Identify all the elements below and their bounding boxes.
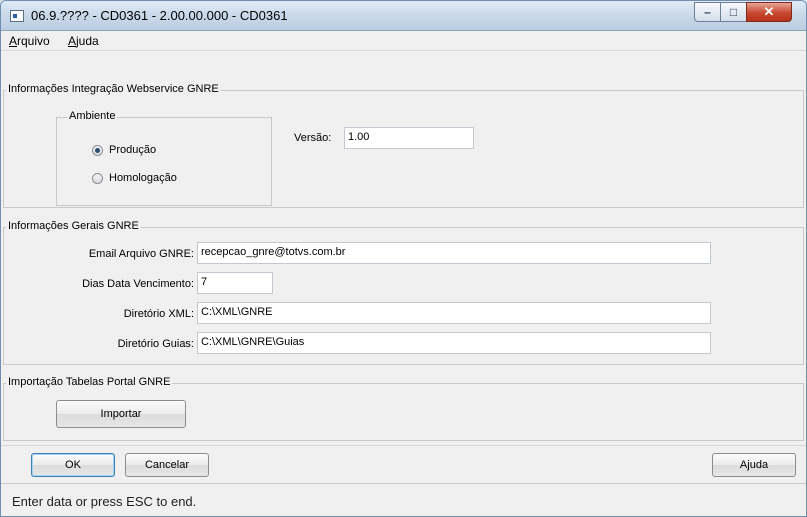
footer-separator: [1, 445, 806, 446]
importacao-group: Importação Tabelas Portal GNRE Importar: [3, 376, 804, 441]
menu-bar: Arquivo Ajuda: [1, 32, 806, 51]
xml-label: Diretório XML:: [123, 308, 194, 320]
radio-producao[interactable]: [92, 145, 103, 156]
email-field[interactable]: recepcao_gnre@totvs.com.br: [197, 242, 711, 264]
importar-button[interactable]: Importar: [56, 400, 186, 428]
ok-button[interactable]: OK: [31, 453, 115, 477]
title-bar[interactable]: 06.9.???? - CD0361 - 2.00.00.000 - CD036…: [1, 1, 806, 31]
radio-producao-label: Produção: [109, 144, 157, 156]
integracao-group: Informações Integração Webservice GNRE A…: [3, 83, 804, 208]
dialog-window: 06.9.???? - CD0361 - 2.00.00.000 - CD036…: [0, 0, 807, 517]
minimize-button[interactable]: –: [694, 2, 721, 22]
importacao-group-title: Importação Tabelas Portal GNRE: [6, 376, 173, 388]
radio-homologacao-label: Homologação: [109, 172, 177, 184]
help-button[interactable]: Ajuda: [712, 453, 796, 477]
maximize-icon: □: [729, 5, 738, 19]
window-title: 06.9.???? - CD0361 - 2.00.00.000 - CD036…: [31, 8, 288, 23]
guias-label: Diretório Guias:: [117, 338, 194, 350]
minimize-icon: –: [704, 5, 711, 19]
integracao-group-title: Informações Integração Webservice GNRE: [6, 83, 221, 95]
menu-arquivo[interactable]: Arquivo: [9, 34, 50, 48]
menu-ajuda[interactable]: Ajuda: [68, 34, 99, 48]
status-bar: Enter data or press ESC to end.: [1, 483, 806, 516]
cancel-button[interactable]: Cancelar: [125, 453, 209, 477]
gerais-group-title: Informações Gerais GNRE: [6, 220, 141, 232]
close-icon: ✕: [763, 4, 775, 19]
gerais-group: Informações Gerais GNRE Email Arquivo GN…: [3, 220, 804, 365]
xml-field[interactable]: C:\XML\GNRE: [197, 302, 711, 324]
versao-field[interactable]: 1.00: [344, 127, 474, 149]
maximize-button[interactable]: □: [720, 2, 747, 22]
app-icon: [10, 10, 24, 22]
close-button[interactable]: ✕: [746, 2, 792, 22]
status-text: Enter data or press ESC to end.: [12, 494, 197, 509]
ambiente-group-title: Ambiente: [67, 110, 118, 122]
guias-field[interactable]: C:\XML\GNRE\Guias: [197, 332, 711, 354]
email-label: Email Arquivo GNRE:: [88, 248, 194, 260]
ambiente-group: Ambiente Produção Homologação: [56, 110, 272, 206]
dias-field[interactable]: 7: [197, 272, 273, 294]
radio-homologacao[interactable]: [92, 173, 103, 184]
dias-label: Dias Data Vencimento:: [82, 278, 194, 290]
versao-label: Versão:: [294, 132, 332, 144]
